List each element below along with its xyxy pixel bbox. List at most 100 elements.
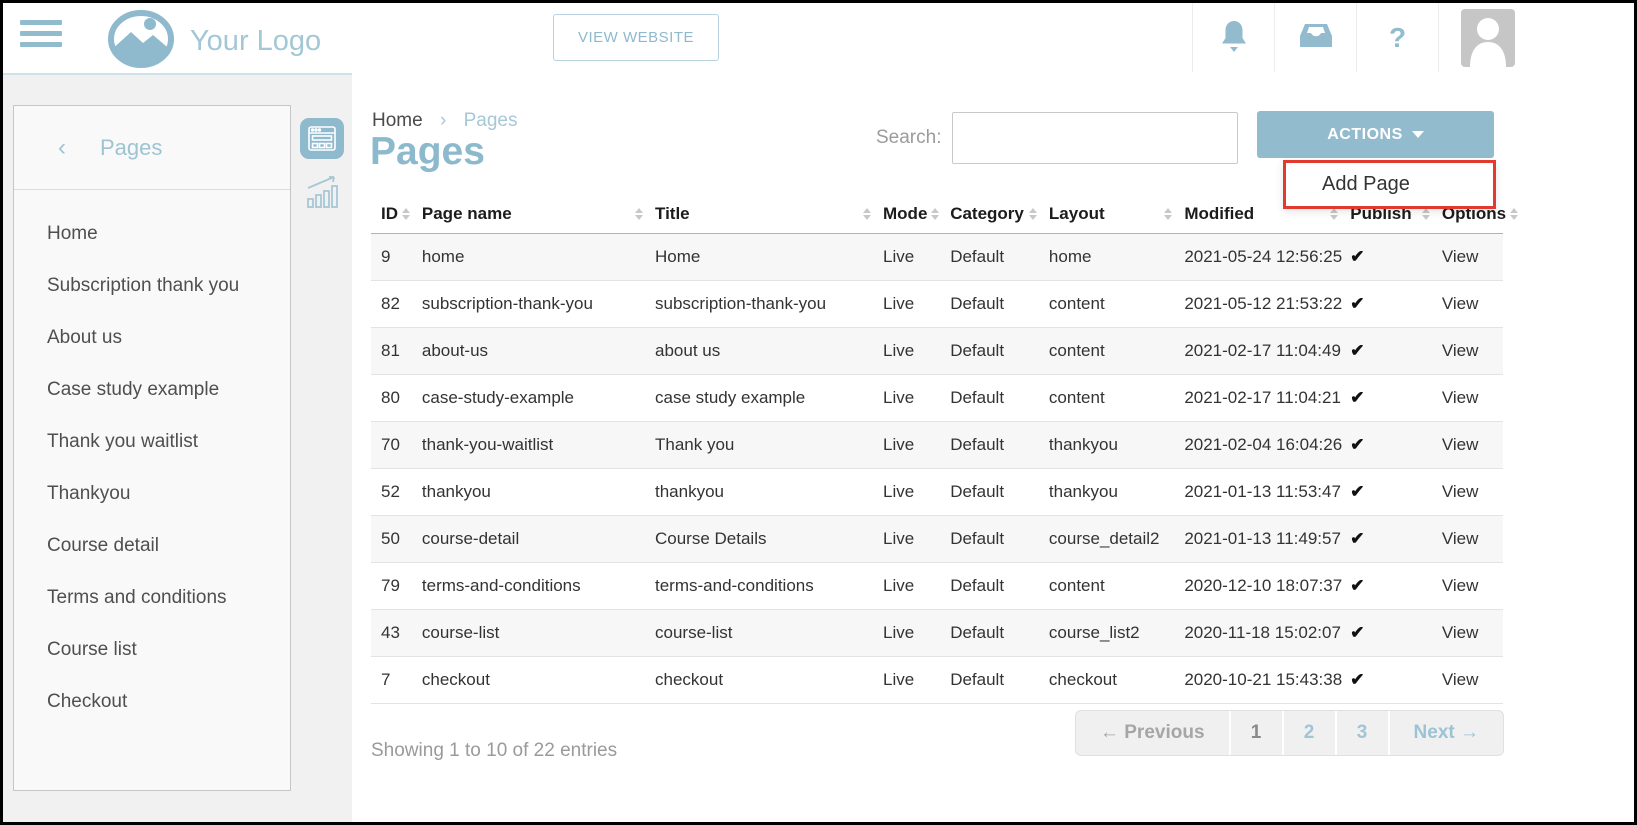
column-label: Modified xyxy=(1184,204,1254,224)
sort-arrows-icon[interactable] xyxy=(863,208,871,220)
cell-modified: 2020-11-18 15:02:07 xyxy=(1184,609,1350,656)
cell-page-name: about-us xyxy=(422,327,655,374)
cell-modified: 2021-05-12 21:53:22 xyxy=(1184,280,1350,327)
view-link[interactable]: View xyxy=(1442,233,1503,280)
main-content: Home › Pages Pages Search: ACTIONS Add P… xyxy=(352,72,1634,822)
sidebar-item-thankyou[interactable]: Thankyou xyxy=(14,468,290,520)
column-header-page-name[interactable]: Page name xyxy=(422,195,655,233)
column-header-title[interactable]: Title xyxy=(655,195,883,233)
publish-check-icon: ✔ xyxy=(1350,609,1442,656)
table-row: 52thankyouthankyouLiveDefaultthankyou202… xyxy=(371,468,1503,515)
cell-page-name: thank-you-waitlist xyxy=(422,421,655,468)
sort-arrows-icon[interactable] xyxy=(1510,208,1518,220)
publish-check-icon: ✔ xyxy=(1350,421,1442,468)
sort-arrows-icon[interactable] xyxy=(931,208,939,220)
cell-mode: Live xyxy=(883,515,950,562)
breadcrumb-home-link[interactable]: Home xyxy=(372,110,423,131)
topbar-actions: ? xyxy=(1192,3,1634,73)
next-page-button[interactable]: Next → xyxy=(1390,711,1503,755)
view-link[interactable]: View xyxy=(1442,468,1503,515)
view-link[interactable]: View xyxy=(1442,280,1503,327)
sidebar-item-about-us[interactable]: About us xyxy=(14,312,290,364)
view-link[interactable]: View xyxy=(1442,609,1503,656)
logo-text: Your Logo xyxy=(190,25,321,58)
breadcrumb-current: Pages xyxy=(464,110,518,131)
actions-dropdown: Add Page xyxy=(1283,160,1496,209)
bell-icon xyxy=(1219,19,1249,58)
user-menu[interactable] xyxy=(1438,3,1634,73)
inbox-button[interactable] xyxy=(1274,3,1356,73)
sidebar-title: Pages xyxy=(100,135,162,161)
cell-mode: Live xyxy=(883,609,950,656)
cell-layout: home xyxy=(1049,233,1184,280)
sort-arrows-icon[interactable] xyxy=(1164,208,1172,220)
cell-id: 79 xyxy=(371,562,422,609)
actions-button[interactable]: ACTIONS xyxy=(1257,111,1494,158)
view-link[interactable]: View xyxy=(1442,656,1503,703)
column-header-mode[interactable]: Mode xyxy=(883,195,950,233)
publish-check-icon: ✔ xyxy=(1350,280,1442,327)
pages-module-icon[interactable] xyxy=(300,118,344,159)
help-button[interactable]: ? xyxy=(1356,3,1438,73)
logo[interactable]: Your Logo xyxy=(105,8,321,75)
sidebar-item-checkout[interactable]: Checkout xyxy=(14,676,290,728)
stats-module-icon[interactable] xyxy=(300,172,344,212)
cell-id: 52 xyxy=(371,468,422,515)
column-label: Page name xyxy=(422,204,512,224)
app-window: Your Logo VIEW WEBSITE xyxy=(0,0,1637,825)
cell-title: Course Details xyxy=(655,515,883,562)
view-link[interactable]: View xyxy=(1442,374,1503,421)
breadcrumb-separator: › xyxy=(440,110,446,131)
cell-title: course-list xyxy=(655,609,883,656)
view-website-button[interactable]: VIEW WEBSITE xyxy=(553,14,719,61)
sidebar-item-subscription-thank-you[interactable]: Subscription thank you xyxy=(14,260,290,312)
publish-check-icon: ✔ xyxy=(1350,562,1442,609)
cell-title: terms-and-conditions xyxy=(655,562,883,609)
sidebar-item-course-detail[interactable]: Course detail xyxy=(14,520,290,572)
sort-arrows-icon[interactable] xyxy=(1330,208,1338,220)
view-link[interactable]: View xyxy=(1442,515,1503,562)
cell-modified: 2021-02-04 16:04:26 xyxy=(1184,421,1350,468)
previous-page-button[interactable]: ← Previous xyxy=(1076,711,1231,755)
column-label: ID xyxy=(381,204,398,224)
sort-arrows-icon[interactable] xyxy=(635,208,643,220)
sidebar-item-course-list[interactable]: Course list xyxy=(14,624,290,676)
back-chevron-icon[interactable]: ‹ xyxy=(58,134,66,162)
page-button-1[interactable]: 1 xyxy=(1231,711,1284,755)
cell-layout: content xyxy=(1049,562,1184,609)
view-link[interactable]: View xyxy=(1442,327,1503,374)
column-label: Layout xyxy=(1049,204,1105,224)
view-link[interactable]: View xyxy=(1442,421,1503,468)
table-row: 43course-listcourse-listLiveDefaultcours… xyxy=(371,609,1503,656)
column-header-category[interactable]: Category xyxy=(950,195,1049,233)
table-row: 82subscription-thank-yousubscription-tha… xyxy=(371,280,1503,327)
search-input[interactable] xyxy=(952,112,1238,164)
cell-page-name: home xyxy=(422,233,655,280)
sort-arrows-icon[interactable] xyxy=(1422,208,1430,220)
notifications-button[interactable] xyxy=(1192,3,1274,73)
sidebar-item-home[interactable]: Home xyxy=(14,208,290,260)
view-link[interactable]: View xyxy=(1442,562,1503,609)
table-row: 7checkoutcheckoutLiveDefaultcheckout2020… xyxy=(371,656,1503,703)
publish-check-icon: ✔ xyxy=(1350,468,1442,515)
column-header-layout[interactable]: Layout xyxy=(1049,195,1184,233)
inbox-icon xyxy=(1299,22,1333,54)
sort-arrows-icon[interactable] xyxy=(402,208,410,220)
chevron-down-icon xyxy=(1412,131,1424,138)
page-number-buttons: 123 xyxy=(1231,711,1390,755)
hamburger-menu-icon[interactable] xyxy=(20,20,62,53)
page-button-2[interactable]: 2 xyxy=(1284,711,1337,755)
sidebar-item-case-study-example[interactable]: Case study example xyxy=(14,364,290,416)
sidebar-item-thank-you-waitlist[interactable]: Thank you waitlist xyxy=(14,416,290,468)
page-button-3[interactable]: 3 xyxy=(1337,711,1390,755)
sidebar-item-terms-and-conditions[interactable]: Terms and conditions xyxy=(14,572,290,624)
menu-item-add-page[interactable]: Add Page xyxy=(1286,163,1493,206)
column-label: Title xyxy=(655,204,690,224)
pages-table: ID Page name Title ModeCategoryLayout Modifi… xyxy=(371,195,1503,704)
cell-modified: 2021-02-17 11:04:21 xyxy=(1184,374,1350,421)
cell-page-name: subscription-thank-you xyxy=(422,280,655,327)
sort-arrows-icon[interactable] xyxy=(1029,208,1037,220)
column-header-id[interactable]: ID xyxy=(371,195,422,233)
table-row: 9homeHomeLiveDefaulthome2021-05-24 12:56… xyxy=(371,233,1503,280)
publish-check-icon: ✔ xyxy=(1350,374,1442,421)
